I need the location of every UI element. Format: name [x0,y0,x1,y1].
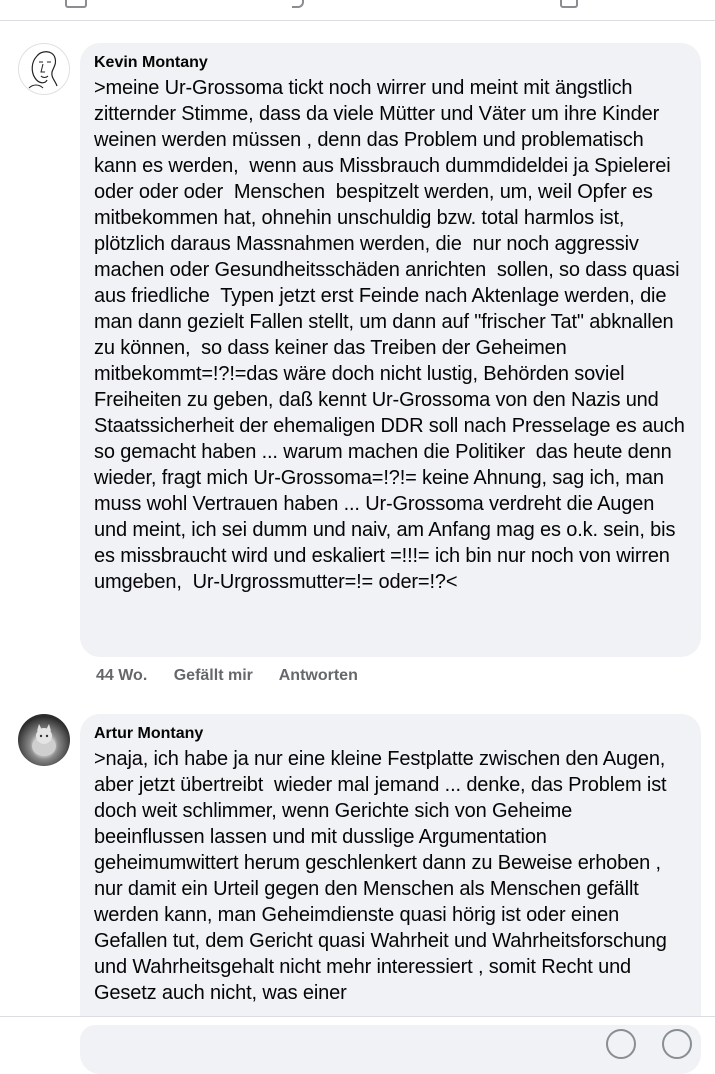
reply-button[interactable]: Antworten [279,667,358,684]
emoji-icon[interactable] [606,1029,636,1059]
face-sketch-avatar-icon[interactable] [18,43,70,95]
comment-author[interactable]: Kevin Montany [94,51,687,75]
like-icon[interactable] [65,0,87,8]
comment-timestamp[interactable]: 44 Wo. [96,667,147,684]
camera-icon[interactable] [662,1029,692,1059]
comment-author[interactable]: Artur Montany [94,722,687,746]
comment-composer-bar [0,1016,715,1059]
comment-text: >naja, ich habe ja nur eine kleine Festp… [94,748,673,1004]
cat-photo-icon [32,724,56,756]
face-sketch-icon [28,51,58,89]
comment-actions: 44 Wo. Gefällt mir Antworten [96,667,380,685]
like-button[interactable]: Gefällt mir [174,667,253,684]
comment-bubble[interactable]: Kevin Montany >meine Ur-Grossoma tickt n… [80,43,701,657]
comment-text: >meine Ur-Grossoma tickt noch wirrer und… [94,77,691,593]
comment-icon[interactable] [292,0,304,8]
cat-photo-avatar-icon[interactable] [18,714,70,766]
share-icon[interactable] [560,0,578,8]
post-action-bar [0,0,715,21]
